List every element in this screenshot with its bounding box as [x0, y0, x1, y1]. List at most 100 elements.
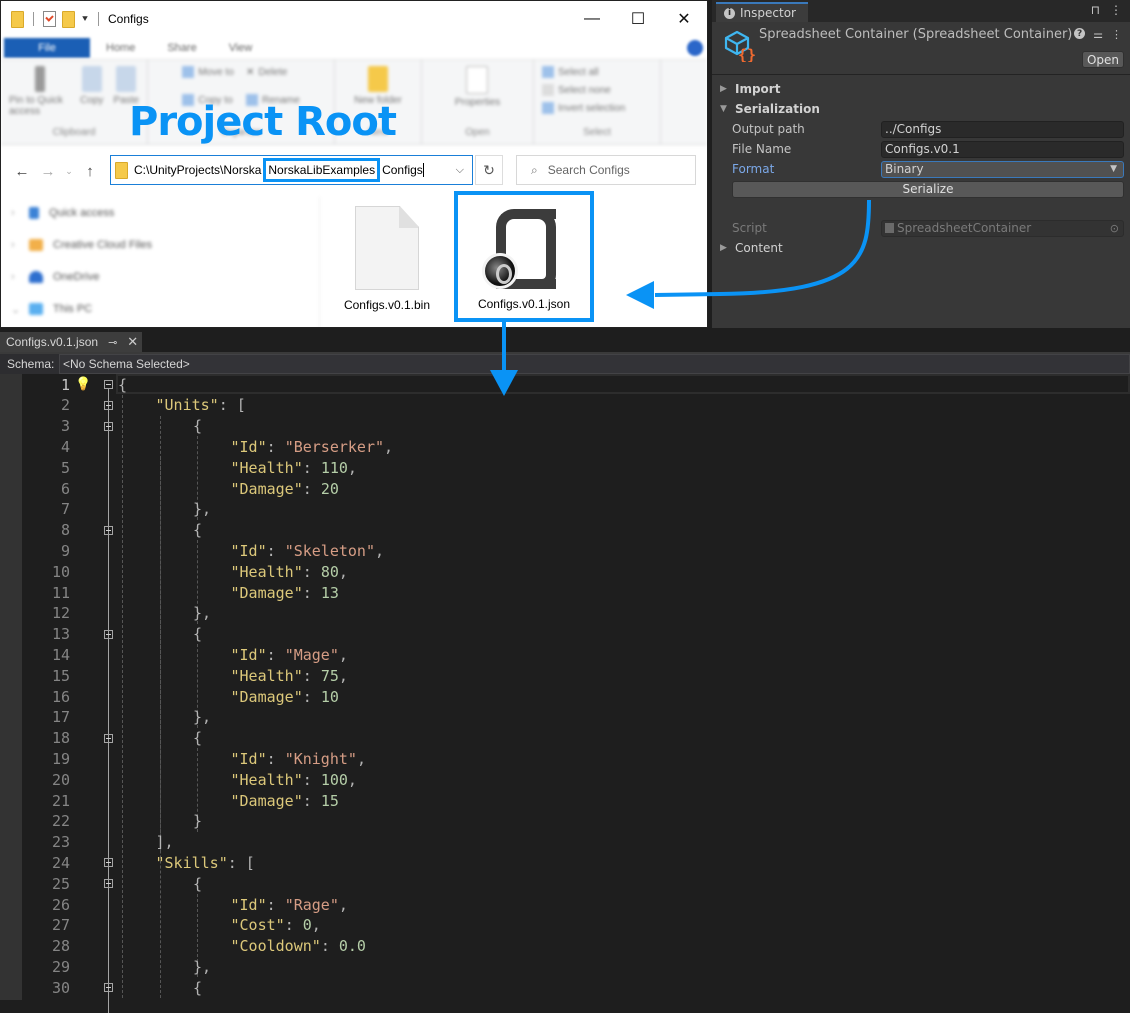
minimize-button[interactable]: —: [569, 1, 615, 37]
tab-inspector[interactable]: i Inspector: [716, 2, 808, 22]
format-dropdown[interactable]: Binary ▼: [881, 160, 1124, 178]
json-punctuation: },: [193, 957, 212, 976]
object-picker-icon[interactable]: ⊙: [1110, 222, 1119, 235]
collapse-icon[interactable]: [104, 400, 113, 410]
json-string: "Mage": [284, 645, 339, 664]
collapse-icon[interactable]: [104, 879, 113, 889]
code-line: 14 "Id": "Mage",: [0, 644, 1130, 665]
folder-icon: [115, 161, 128, 179]
help-icon[interactable]: [687, 40, 703, 56]
file-item-bin[interactable]: Configs.v0.1.bin: [339, 206, 435, 312]
code-line: 15 "Health": 75,: [0, 665, 1130, 686]
foldout-serialization[interactable]: ▼ Serialization: [712, 99, 1130, 119]
back-arrow-icon[interactable]: ←: [9, 163, 35, 180]
code-text: }: [193, 812, 202, 830]
serialize-button[interactable]: Serialize: [732, 180, 1124, 198]
file-name-label: File Name: [732, 142, 792, 156]
spreadsheet-container-icon: {}: [724, 30, 756, 62]
foldout-import[interactable]: ▶ Import: [712, 79, 1130, 99]
move-to-button[interactable]: Move to: [182, 66, 236, 78]
collapse-icon[interactable]: [104, 983, 113, 993]
nav-item-onedrive[interactable]: › OneDrive: [1, 261, 319, 293]
pin-to-quick-access-button[interactable]: Pin to Quick access: [9, 66, 70, 117]
tab-file[interactable]: File: [4, 38, 90, 58]
code-text: "Damage": 20: [231, 480, 339, 498]
search-input[interactable]: ⌕ Search Configs: [516, 155, 696, 185]
component-menu-icon[interactable]: ⋮: [1111, 28, 1122, 41]
code-text: "Id": "Skeleton",: [231, 542, 385, 560]
forward-arrow-icon[interactable]: →: [35, 163, 61, 180]
maximize-button[interactable]: ☐: [615, 1, 661, 37]
refresh-icon: ↻: [483, 161, 495, 178]
new-folder-icon[interactable]: [62, 10, 75, 28]
code-line: 30 {: [0, 977, 1130, 998]
line-number: 30: [51, 978, 70, 997]
chevron-right-icon[interactable]: ›: [11, 239, 19, 251]
json-punctuation: :: [320, 937, 339, 956]
file-item-json[interactable]: Configs.v0.1.json: [454, 191, 594, 322]
refresh-button[interactable]: ↻: [475, 155, 503, 185]
collapse-icon[interactable]: [104, 733, 113, 743]
collapse-icon[interactable]: [104, 421, 113, 431]
presets-icon[interactable]: ⚌: [1093, 28, 1103, 41]
code-editor[interactable]: 1 💡{2 "Units": [3{4 "Id": "Berserker", 5 "Hea…: [0, 374, 1130, 1013]
recent-locations-chevron-icon[interactable]: ⌄: [61, 166, 77, 177]
tab-configs-json[interactable]: Configs.v0.1.json ⊸ ✕: [0, 332, 142, 352]
tab-view[interactable]: View: [213, 42, 269, 54]
code-text: "Damage": 15: [231, 792, 339, 810]
json-punctuation: ],: [155, 833, 174, 852]
nav-item-this-pc[interactable]: ⌄ This PC: [1, 293, 319, 325]
json-key: "Skills": [155, 853, 228, 872]
delete-button[interactable]: ✕ Delete: [246, 66, 300, 78]
json-punctuation: :: [302, 791, 321, 810]
foldout-content[interactable]: ▶ Content: [712, 238, 1130, 258]
line-number: 13: [51, 625, 70, 644]
code-line: 17},: [0, 707, 1130, 728]
schema-selector[interactable]: <No Schema Selected>: [59, 354, 1130, 374]
properties-button[interactable]: Properties: [455, 66, 500, 108]
address-bar[interactable]: C:\UnityProjects\Norska NorskaLibExample…: [110, 155, 473, 185]
json-key: "Id": [230, 437, 267, 456]
line-number: 2: [60, 396, 70, 415]
file-name-field[interactable]: Configs.v0.1: [881, 140, 1124, 158]
copy-button[interactable]: Copy: [80, 66, 103, 106]
address-segment-highlighted: NorskaLibExamples: [263, 158, 381, 182]
up-arrow-icon[interactable]: ↑: [77, 163, 103, 180]
line-number: 14: [51, 645, 70, 664]
collapse-icon[interactable]: [104, 380, 113, 389]
properties-icon[interactable]: [43, 11, 56, 27]
help-icon[interactable]: ?: [1074, 28, 1086, 39]
tab-home[interactable]: Home: [90, 42, 151, 54]
collapse-icon[interactable]: [104, 525, 113, 535]
lock-icon[interactable]: ⊓: [1091, 3, 1100, 17]
collapse-icon[interactable]: [104, 858, 113, 868]
select-all-button[interactable]: Select all: [542, 66, 625, 78]
close-tab-icon[interactable]: ✕: [127, 334, 138, 350]
code-text: "Units": [: [156, 396, 246, 414]
invert-selection-button[interactable]: Invert selection: [542, 102, 625, 114]
collapse-icon[interactable]: [104, 629, 113, 639]
json-punctuation: :: [266, 645, 285, 664]
chevron-right-icon[interactable]: ›: [11, 207, 19, 219]
open-button[interactable]: Open: [1082, 51, 1124, 68]
code-text: "Id": "Mage",: [231, 646, 348, 664]
code-line: 5 "Health": 110,: [0, 457, 1130, 478]
more-options-icon[interactable]: ⋮: [1110, 3, 1122, 17]
chevron-right-icon[interactable]: ›: [11, 271, 19, 283]
pin-tab-icon[interactable]: ⊸: [108, 336, 117, 349]
code-text: "Cooldown": 0.0: [231, 937, 366, 955]
close-button[interactable]: ✕: [661, 1, 707, 37]
nav-item-creative-cloud[interactable]: › Creative Cloud Files: [1, 229, 319, 261]
computer-icon: [29, 303, 43, 315]
lightbulb-icon[interactable]: 💡: [75, 377, 91, 392]
tab-share[interactable]: Share: [151, 42, 212, 54]
address-dropdown-chevron-icon[interactable]: ⌵: [456, 164, 464, 177]
code-text: "Health": 110,: [231, 459, 357, 477]
line-number: 22: [51, 812, 70, 831]
chevron-down-icon[interactable]: ⌄: [11, 303, 20, 316]
customize-toolbar-icon[interactable]: ⯆: [81, 14, 89, 25]
nav-item-quick-access[interactable]: › Quick access: [1, 197, 319, 229]
select-none-button[interactable]: Select none: [542, 84, 625, 96]
code-line: 11 "Damage": 13: [0, 582, 1130, 603]
output-path-field[interactable]: ../Configs: [881, 120, 1124, 138]
